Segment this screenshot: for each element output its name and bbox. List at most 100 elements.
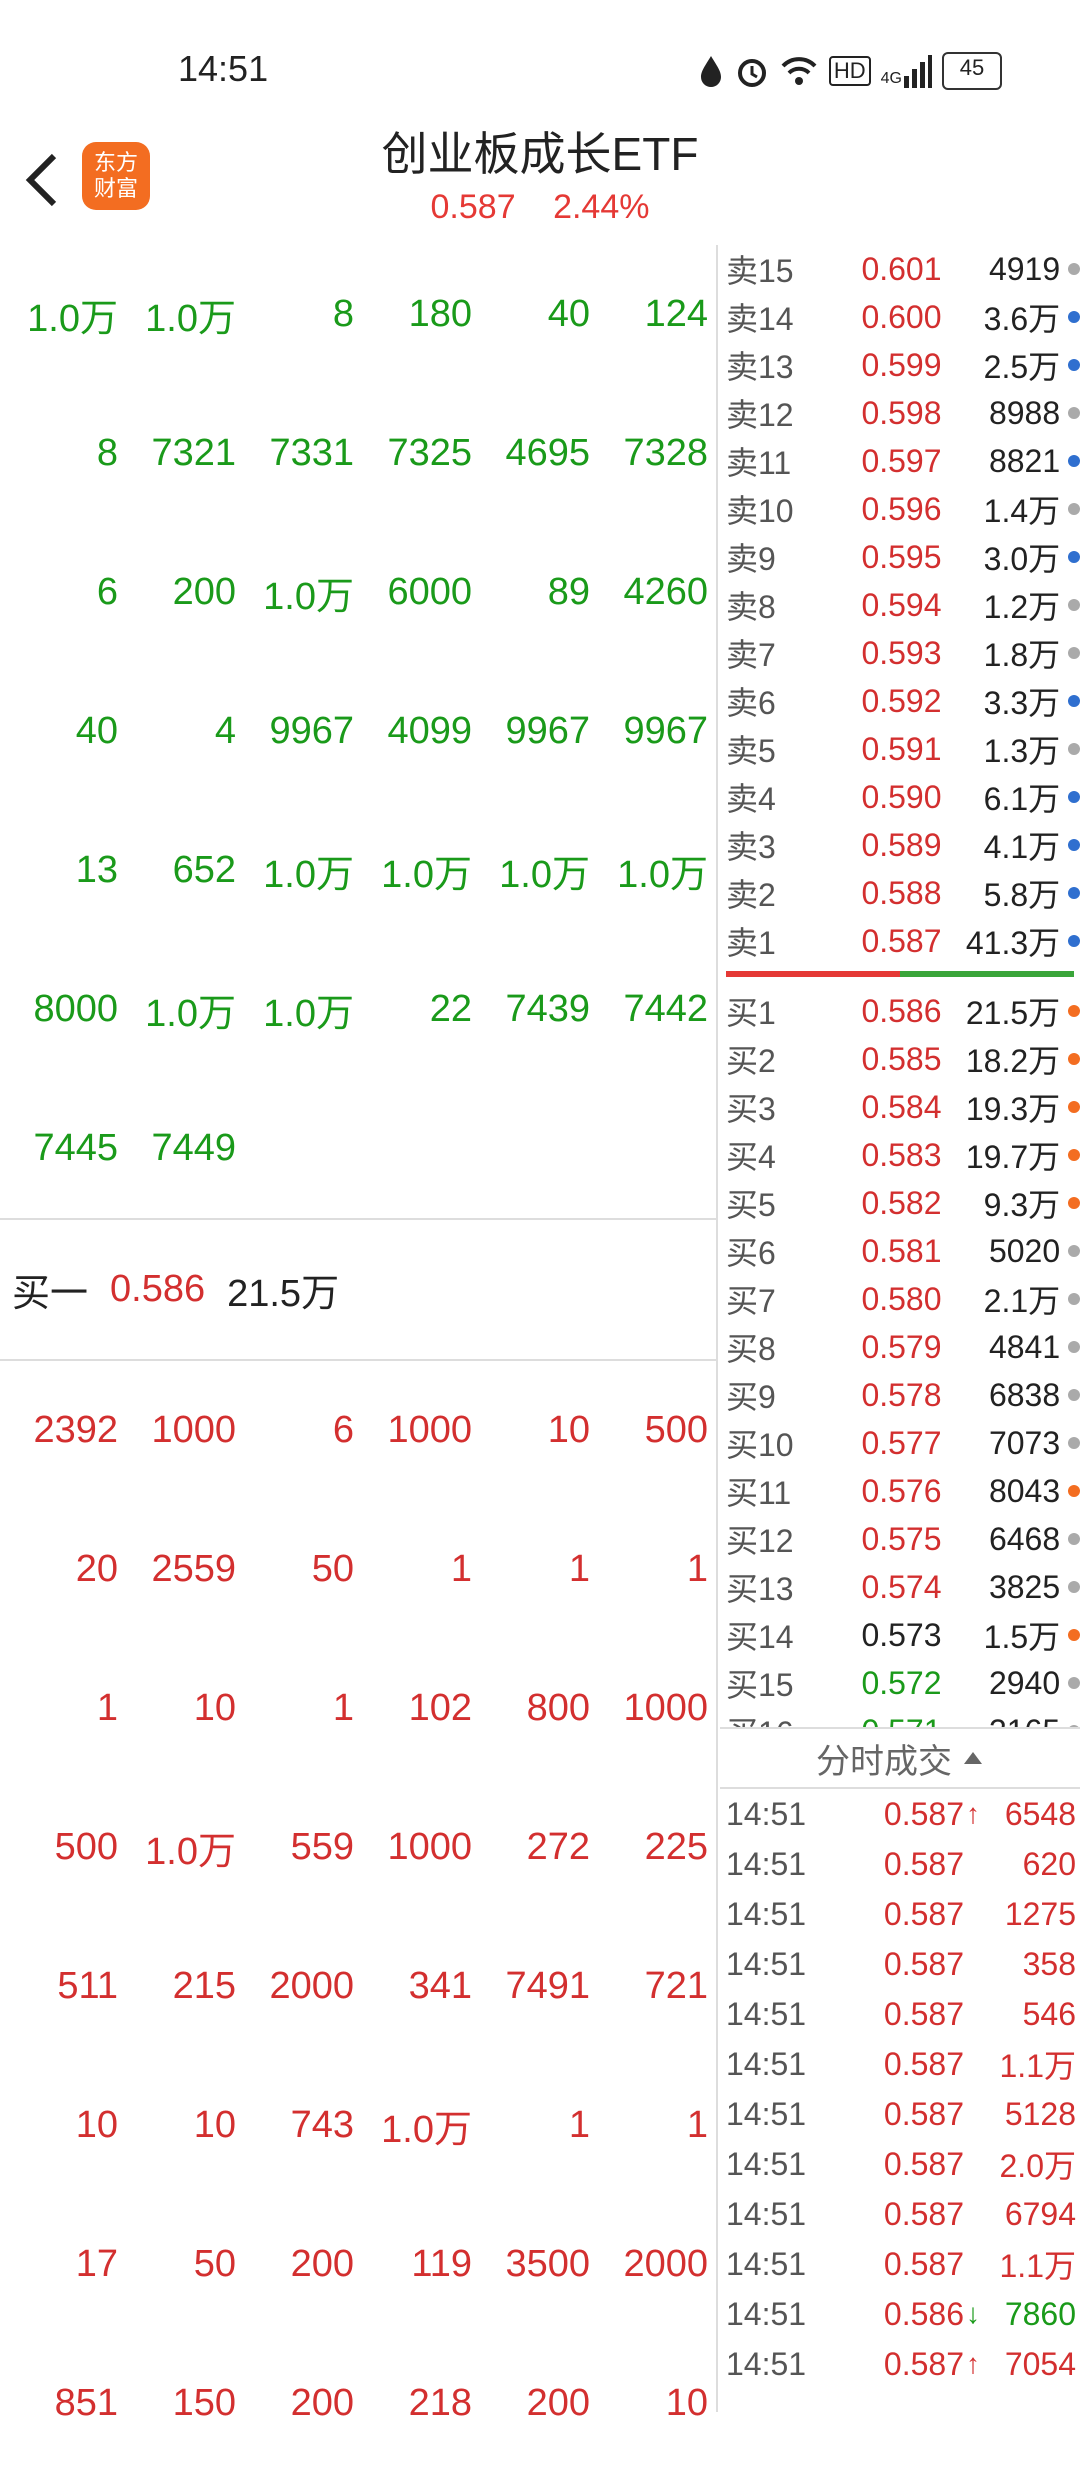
- arrow-up-icon: ↑: [966, 2348, 980, 2379]
- tick-row: 14:51 0.587 620: [720, 1839, 1080, 1889]
- tick-row: 14:51 0.587 2.0万: [720, 2139, 1080, 2189]
- tick-row: 14:51 0.587 ↑ 7054: [720, 2339, 1080, 2389]
- queue-cell: 1.0万: [381, 854, 472, 896]
- queue-cell: 215: [172, 1965, 236, 2007]
- alarm-icon: [735, 54, 769, 88]
- queue-cell: 8: [332, 293, 354, 335]
- bid-row[interactable]: 买15 0.572 2940: [720, 1659, 1080, 1707]
- level-label: 买10: [726, 1427, 794, 1463]
- ask-row[interactable]: 卖9 0.595 3.0万: [720, 533, 1080, 581]
- tick-volume: 7054: [1004, 2345, 1076, 2382]
- order-dot-icon: [1068, 263, 1080, 275]
- tick-time: 14:51: [726, 2145, 807, 2182]
- queue-cell: 1000: [151, 1409, 236, 1451]
- ask-row[interactable]: 卖1 0.587 41.3万: [720, 917, 1080, 965]
- ask-row[interactable]: 卖13 0.599 2.5万: [720, 341, 1080, 389]
- ask-row[interactable]: 卖8 0.594 1.2万: [720, 581, 1080, 629]
- queue-cell: 1.0万: [145, 1831, 236, 1873]
- ask-row[interactable]: 卖12 0.598 8988: [720, 389, 1080, 437]
- bid-row[interactable]: 买11 0.576 8043: [720, 1467, 1080, 1515]
- ask-row[interactable]: 卖4 0.590 6.1万: [720, 773, 1080, 821]
- bid-row[interactable]: 买10 0.577 7073: [720, 1419, 1080, 1467]
- order-dot-icon: [1068, 1629, 1080, 1641]
- level-price: 0.587: [861, 922, 942, 959]
- bid-row[interactable]: 买13 0.574 3825: [720, 1563, 1080, 1611]
- tick-volume: 358: [1022, 1945, 1076, 1982]
- bid-row[interactable]: 买7 0.580 2.1万: [720, 1275, 1080, 1323]
- bid-row[interactable]: 买160.5713165: [720, 1707, 1080, 1727]
- ask-row[interactable]: 卖11 0.597 8821: [720, 437, 1080, 485]
- bid-row[interactable]: 买14 0.573 1.5万: [720, 1611, 1080, 1659]
- tick-row: 14:51 0.587 546: [720, 1989, 1080, 2039]
- queue-cell: 272: [526, 1826, 590, 1868]
- tick-price: 0.587: [883, 1845, 964, 1882]
- level-label: 买7: [726, 1283, 776, 1319]
- bid-row[interactable]: 买2 0.585 18.2万: [720, 1035, 1080, 1083]
- bid-row[interactable]: 买1 0.586 21.5万: [720, 987, 1080, 1035]
- queue-cell: 7325: [387, 432, 472, 474]
- tick-row: 14:51 0.587 6794: [720, 2189, 1080, 2239]
- queue-cell: 800: [526, 1687, 590, 1729]
- queue-cell: 6: [96, 571, 118, 613]
- tick-time: 14:51: [726, 2295, 807, 2332]
- bid-row[interactable]: 买6 0.581 5020: [720, 1227, 1080, 1275]
- tick-list[interactable]: 14:51 0.587 ↑ 6548 14:51 0.587 620 14:51 0.587 12…: [720, 1789, 1080, 2389]
- level-label: 买3: [726, 1091, 776, 1127]
- water-drop-icon: [697, 54, 725, 88]
- order-dot-icon: [1068, 1725, 1080, 1727]
- queue-cell: 1: [686, 1548, 708, 1590]
- queue-row: 511 215 2000 341 7491 721: [0, 1917, 716, 2056]
- level-volume: 3165: [942, 1713, 1060, 1728]
- bid-list[interactable]: 买1 0.586 21.5万 买2 0.585 18.2万 买3 0.584 19.3万 买4 0.…: [720, 987, 1080, 1727]
- ask-row[interactable]: 卖5 0.591 1.3万: [720, 725, 1080, 773]
- queue-row: 8000 1.0万 1.0万 22 7439 7442: [0, 940, 716, 1079]
- queue-cell: 20: [75, 1548, 118, 1590]
- level-label: 买14: [726, 1619, 794, 1655]
- queue-cell: 119: [411, 2243, 472, 2285]
- bid-row[interactable]: 买9 0.578 6838: [720, 1371, 1080, 1419]
- queue-cell: 1: [450, 1548, 472, 1590]
- tick-volume: 1.1万: [999, 2048, 1077, 2084]
- queue-cell: 50: [311, 1548, 354, 1590]
- level-volume: 3.3万: [983, 685, 1061, 721]
- ask-row[interactable]: 卖2 0.588 5.8万: [720, 869, 1080, 917]
- queue-cell: 7445: [33, 1127, 118, 1169]
- level-label: 卖4: [726, 781, 776, 817]
- queue-row: 7445 7449: [0, 1079, 716, 1218]
- level-label: 卖5: [726, 733, 776, 769]
- level-price: 0.575: [861, 1520, 942, 1557]
- wifi-icon: [779, 54, 819, 88]
- buy1-row[interactable]: 买一 0.586 21.5万: [0, 1220, 716, 1359]
- tick-row: 14:51 0.587 ↑ 6548: [720, 1789, 1080, 1839]
- ask-row[interactable]: 卖6 0.592 3.3万: [720, 677, 1080, 725]
- tick-time: 14:51: [726, 1895, 807, 1932]
- ask-row[interactable]: 卖14 0.600 3.6万: [720, 293, 1080, 341]
- tick-volume: 5128: [1004, 2095, 1076, 2132]
- queue-row: 8 7321 7331 7325 4695 7328: [0, 384, 716, 523]
- ask-row[interactable]: 卖10 0.596 1.4万: [720, 485, 1080, 533]
- order-dot-icon: [1068, 1101, 1080, 1113]
- queue-cell: 7442: [623, 988, 708, 1030]
- tick-price: 0.587: [883, 2095, 964, 2132]
- bid-row[interactable]: 买8 0.579 4841: [720, 1323, 1080, 1371]
- tick-row: 14:51 0.587 358: [720, 1939, 1080, 1989]
- ask-row[interactable]: 卖15 0.601 4919: [720, 245, 1080, 293]
- queue-cell: 4: [214, 710, 236, 752]
- queue-cell: 180: [408, 293, 472, 335]
- bid-row[interactable]: 买3 0.584 19.3万: [720, 1083, 1080, 1131]
- level-price: 0.571: [833, 1713, 941, 1728]
- bid-row[interactable]: 买5 0.582 9.3万: [720, 1179, 1080, 1227]
- bid-row[interactable]: 买4 0.583 19.7万: [720, 1131, 1080, 1179]
- ticks-header[interactable]: 分时成交: [720, 1727, 1080, 1789]
- tick-time: 14:51: [726, 2095, 807, 2132]
- queue-cell: 559: [290, 1826, 354, 1868]
- level-volume: 3825: [988, 1568, 1061, 1605]
- queue-cell: 13: [75, 849, 118, 891]
- queue-cell: 743: [290, 2104, 354, 2146]
- ask-row[interactable]: 卖3 0.589 4.1万: [720, 821, 1080, 869]
- level-price: 0.592: [861, 682, 942, 719]
- queue-row: 6 200 1.0万 6000 89 4260: [0, 523, 716, 662]
- queue-cell: 50: [193, 2243, 236, 2285]
- ask-row[interactable]: 卖7 0.593 1.8万: [720, 629, 1080, 677]
- bid-row[interactable]: 买12 0.575 6468: [720, 1515, 1080, 1563]
